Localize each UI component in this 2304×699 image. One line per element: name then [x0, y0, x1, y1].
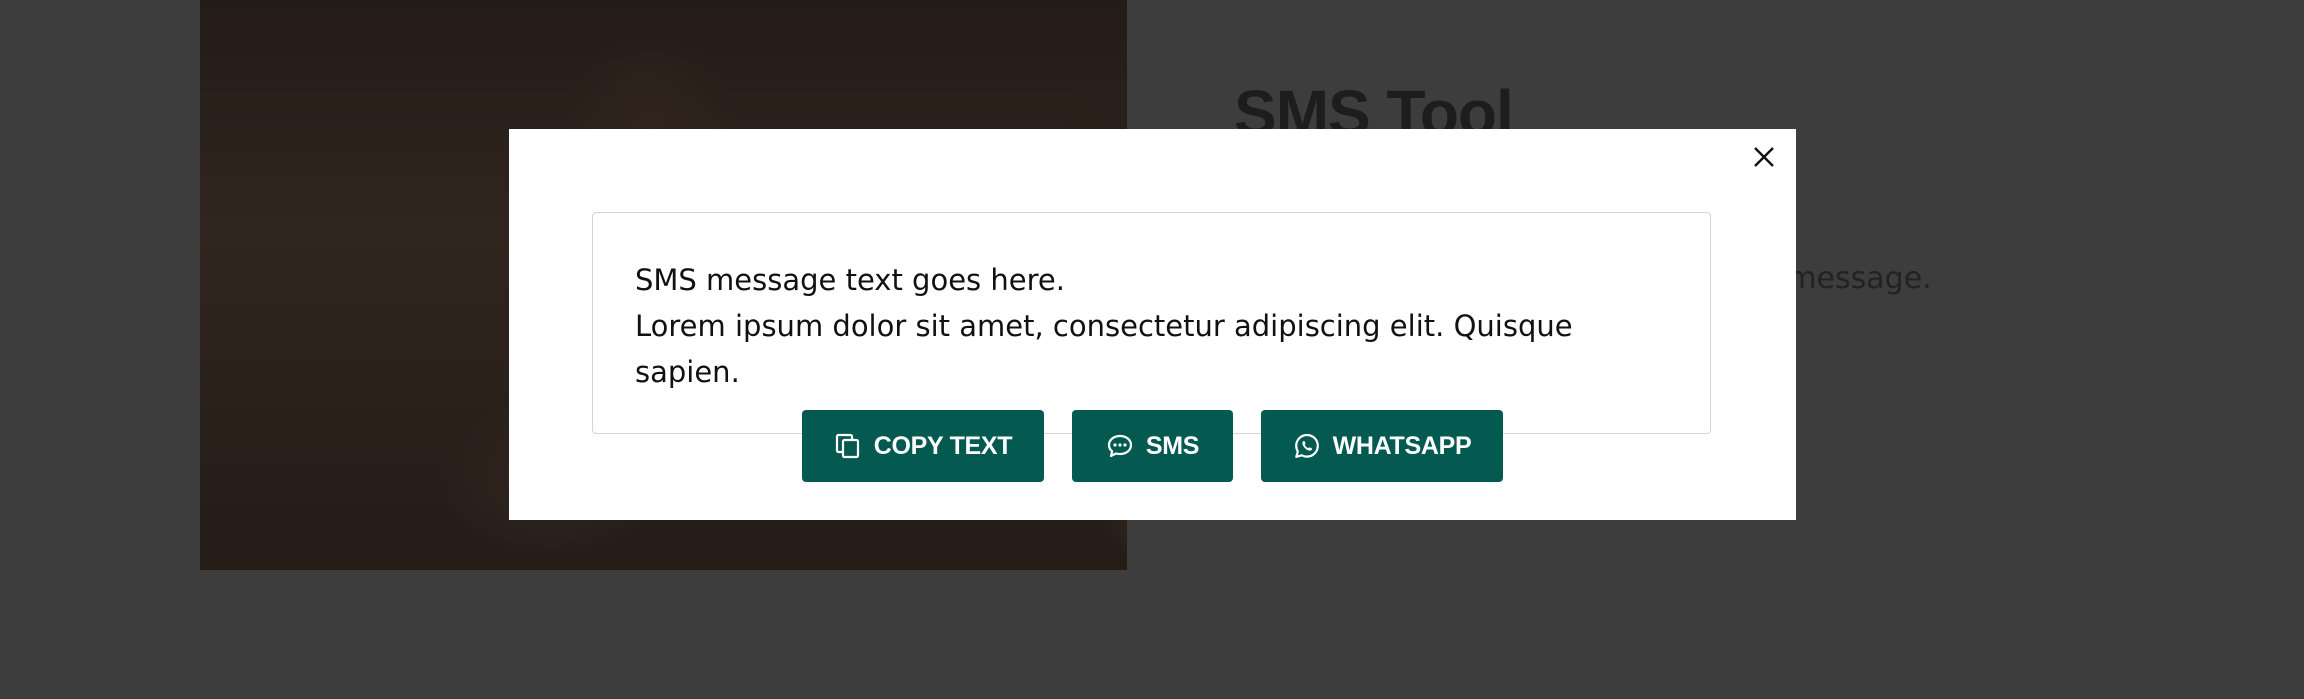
sms-modal: SMS message text goes here. Lorem ipsum …	[509, 129, 1796, 520]
whatsapp-label: WHATSAPP	[1332, 431, 1472, 460]
message-text-box[interactable]: SMS message text goes here. Lorem ipsum …	[592, 212, 1711, 434]
close-icon[interactable]	[1748, 141, 1780, 173]
copy-text-label: COPY TEXT	[873, 431, 1013, 460]
copy-icon	[834, 432, 862, 460]
chat-bubble-icon	[1106, 432, 1134, 460]
action-buttons: COPY TEXT SMS WHATSAPP	[509, 410, 1796, 482]
whatsapp-button[interactable]: WHATSAPP	[1261, 410, 1503, 482]
sms-label: SMS	[1145, 431, 1200, 460]
sms-button[interactable]: SMS	[1072, 410, 1233, 482]
copy-text-button[interactable]: COPY TEXT	[802, 410, 1044, 482]
page: SMS Tool Click one of the buttons to sen…	[0, 0, 2304, 699]
whatsapp-icon	[1293, 432, 1321, 460]
